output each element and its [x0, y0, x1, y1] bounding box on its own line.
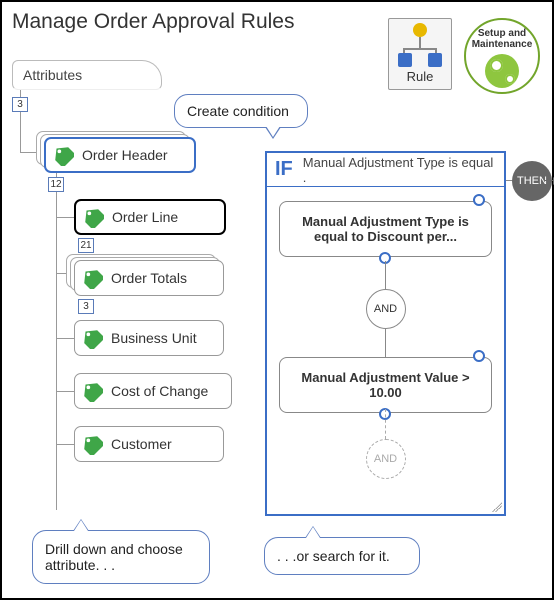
condition-summary-bar[interactable]: IF Manual Adjustment Type is equal .	[267, 153, 504, 187]
tag-icon	[52, 144, 74, 166]
root-count-badge[interactable]: 3	[12, 97, 28, 112]
attributes-panel-header[interactable]: Attributes	[12, 60, 162, 90]
and-operator[interactable]: AND	[366, 289, 406, 329]
gears-icon	[485, 54, 519, 88]
setup-maintenance-button[interactable]: Setup and Maintenance	[464, 18, 540, 94]
connector-port-icon[interactable]	[473, 350, 485, 362]
connector-port-icon[interactable]	[473, 194, 485, 206]
callout-search: . . .or search for it.	[264, 537, 420, 575]
tag-icon	[81, 267, 103, 289]
attr-business-unit[interactable]: Business Unit	[74, 320, 224, 356]
tag-icon	[81, 327, 103, 349]
condition-box-2[interactable]: Manual Adjustment Value > 10.00	[279, 357, 492, 413]
attr-label: Business Unit	[111, 330, 197, 346]
rule-icon-label: Rule	[389, 69, 451, 84]
setup-label: Setup and Maintenance	[466, 20, 538, 50]
order-line-count[interactable]: 21	[78, 238, 94, 253]
attr-order-totals[interactable]: Order Totals	[74, 260, 224, 296]
app-frame: Manage Order Approval Rules Rule Setup a…	[0, 0, 554, 600]
attr-order-line[interactable]: Order Line	[74, 199, 226, 235]
order-header-count[interactable]: 12	[48, 177, 64, 192]
attr-label: Order Line	[112, 209, 178, 225]
rule-diagram-icon	[398, 23, 442, 67]
tag-icon	[81, 380, 103, 402]
tag-icon	[81, 433, 103, 455]
attr-customer[interactable]: Customer	[74, 426, 224, 462]
and-operator-placeholder[interactable]: AND	[366, 439, 406, 479]
rule-icon-button[interactable]: Rule	[388, 18, 452, 90]
attr-cost-of-change[interactable]: Cost of Change	[74, 373, 232, 409]
condition-summary-text: Manual Adjustment Type is equal .	[303, 155, 496, 185]
attr-label: Cost of Change	[111, 383, 208, 399]
attr-label: Order Totals	[111, 270, 187, 286]
resize-handle-icon[interactable]	[492, 502, 502, 512]
then-node[interactable]: THEN	[512, 161, 552, 201]
order-totals-count[interactable]: 3	[78, 299, 94, 314]
attr-label: Order Header	[82, 147, 168, 163]
condition-body: Manual Adjustment Type is equal to Disco…	[267, 187, 504, 514]
callout-drill-down: Drill down and choose attribute. . .	[32, 530, 210, 584]
if-keyword: IF	[275, 158, 293, 181]
page-title: Manage Order Approval Rules	[12, 10, 295, 34]
callout-create-condition: Create condition	[174, 94, 308, 128]
tag-icon	[82, 206, 104, 228]
attr-label: Customer	[111, 436, 172, 452]
condition-box-1[interactable]: Manual Adjustment Type is equal to Disco…	[279, 201, 492, 257]
condition-panel[interactable]: IF Manual Adjustment Type is equal . Man…	[265, 151, 506, 516]
attr-order-header[interactable]: Order Header	[44, 137, 196, 173]
arrow-right-icon	[544, 180, 554, 181]
